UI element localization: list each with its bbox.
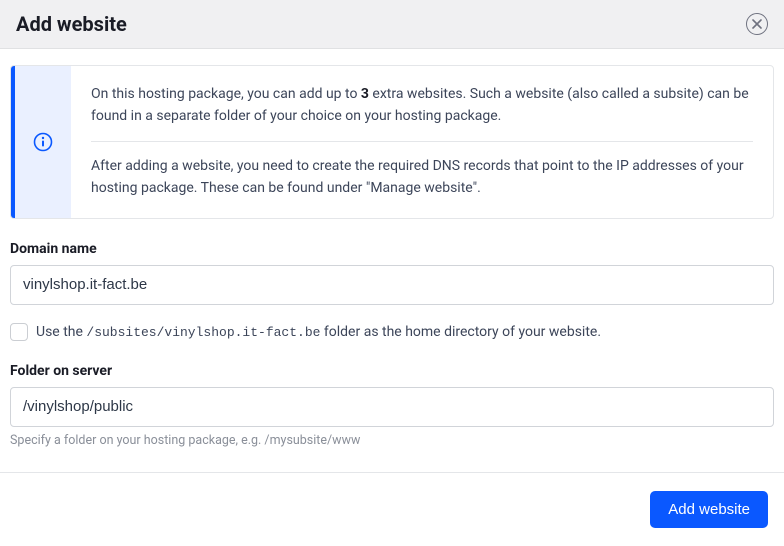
info-paragraph-1: On this hosting package, you can add up …	[91, 84, 753, 127]
modal-header: Add website	[0, 0, 784, 49]
info-divider	[91, 141, 753, 142]
checkbox-path: /subsites/vinylshop.it-fact.be	[86, 325, 320, 340]
close-icon	[752, 19, 762, 29]
use-subsite-folder-checkbox[interactable]	[10, 323, 28, 341]
info-body: On this hosting package, you can add up …	[71, 66, 773, 218]
modal-footer: Add website	[0, 472, 784, 546]
use-subsite-folder-row[interactable]: Use the /subsites/vinylshop.it-fact.be f…	[10, 323, 774, 341]
checkbox-label: Use the /subsites/vinylshop.it-fact.be f…	[36, 324, 601, 340]
folder-helper: Specify a folder on your hosting package…	[10, 433, 774, 448]
folder-label: Folder on server	[10, 363, 774, 379]
info-max-extra: 3	[361, 86, 369, 102]
close-button[interactable]	[746, 13, 768, 35]
page-title: Add website	[16, 12, 127, 36]
domain-input[interactable]	[10, 265, 774, 305]
modal-content: On this hosting package, you can add up …	[0, 49, 784, 448]
checkbox-text: Use the	[36, 324, 86, 340]
add-website-button[interactable]: Add website	[650, 491, 768, 528]
info-icon	[33, 132, 53, 152]
folder-input[interactable]	[10, 387, 774, 427]
domain-field-group: Domain name	[10, 241, 774, 305]
info-text: On this hosting package, you can add up …	[91, 86, 361, 102]
info-icon-column	[15, 66, 71, 218]
folder-field-group: Folder on server Specify a folder on you…	[10, 363, 774, 448]
info-banner: On this hosting package, you can add up …	[10, 65, 774, 219]
info-paragraph-2: After adding a website, you need to crea…	[91, 156, 753, 199]
domain-label: Domain name	[10, 241, 774, 257]
checkbox-text: folder as the home directory of your web…	[320, 324, 601, 340]
